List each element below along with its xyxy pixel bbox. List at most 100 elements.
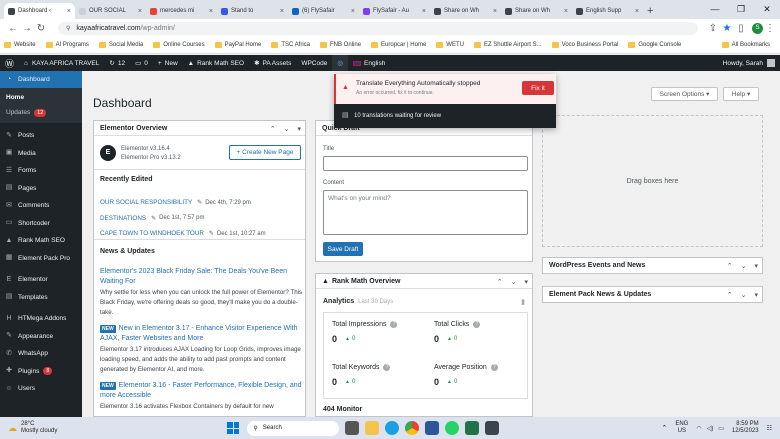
close-tab-icon[interactable]: × bbox=[209, 8, 213, 15]
bookmark-item[interactable]: EZ Shuttle Airport S... bbox=[473, 42, 542, 48]
recent-item-link[interactable]: CAPE TOWN TO WINDHOEK TOUR bbox=[100, 230, 204, 237]
excel-icon[interactable] bbox=[465, 421, 480, 435]
help-icon[interactable]: ? bbox=[383, 364, 391, 371]
notification-bell-icon[interactable]: ☷ bbox=[767, 425, 772, 432]
updates-link[interactable]: ↻ 12 bbox=[104, 55, 130, 71]
bookmark-item[interactable]: Website bbox=[4, 42, 36, 48]
toggle-icon[interactable]: ▾ bbox=[297, 125, 301, 133]
browser-tab[interactable]: OUR SOCIAL × bbox=[75, 3, 146, 19]
language-switcher[interactable]: English bbox=[348, 55, 390, 71]
close-tab-icon[interactable]: × bbox=[564, 8, 568, 15]
draft-title-input[interactable] bbox=[323, 156, 528, 171]
bookmark-item[interactable]: FNB Online bbox=[320, 42, 361, 48]
share-icon[interactable]: ⇪ bbox=[706, 23, 720, 34]
language-indicator[interactable]: ENG US bbox=[675, 421, 688, 435]
file-explorer-icon[interactable] bbox=[365, 421, 380, 435]
forward-icon[interactable]: → bbox=[20, 23, 34, 34]
drag-drop-zone[interactable]: Drag boxes here bbox=[542, 115, 763, 247]
toggle-icon[interactable]: ▾ bbox=[754, 262, 758, 270]
sidebar-item-media[interactable]: ▣ Media bbox=[0, 145, 82, 163]
rankmath-link[interactable]: ▲ Rank Math SEO bbox=[183, 55, 249, 71]
box-title[interactable]: Element Pack News & Updates bbox=[549, 291, 651, 298]
howdy-user-menu[interactable]: Howdy, Sarah bbox=[718, 55, 780, 71]
sidebar-item-dashboard[interactable]: ◔ Dashboard bbox=[0, 71, 82, 88]
site-name-link[interactable]: ⌂ KAYA AFRICA TRAVEL bbox=[19, 55, 104, 71]
box-title[interactable]: WordPress Events and News bbox=[549, 262, 645, 269]
wifi-icon[interactable]: ◠ bbox=[696, 425, 701, 432]
sidebar-item-element-pack-pro[interactable]: ▦ Element Pack Pro bbox=[0, 250, 82, 268]
url-input[interactable]: ⚲ kayaafricatravel.com/wp-admin/ bbox=[58, 21, 698, 35]
wpml-icon[interactable]: ◎ bbox=[332, 55, 349, 71]
bookmark-item[interactable]: Google Console bbox=[628, 42, 681, 48]
close-window-button[interactable]: ✕ bbox=[754, 0, 780, 19]
toggle-icon[interactable]: ▾ bbox=[754, 291, 758, 299]
reload-icon[interactable]: ↻ bbox=[34, 23, 48, 34]
battery-icon[interactable]: ▭ bbox=[718, 425, 724, 432]
edge-icon[interactable] bbox=[385, 421, 400, 435]
create-new-page-button[interactable]: + Create New Page bbox=[229, 145, 301, 160]
move-up-icon[interactable]: ⌃ bbox=[727, 291, 733, 299]
screen-options-button[interactable]: Screen Options ▾ bbox=[651, 87, 718, 101]
sidebar-item-templates[interactable]: ▤ Templates bbox=[0, 289, 82, 307]
sidebar-item-htmega-addons[interactable]: H HTMega Addons bbox=[0, 310, 82, 328]
close-tab-icon[interactable]: × bbox=[493, 8, 497, 15]
save-draft-button[interactable]: Save Draft bbox=[323, 242, 363, 256]
bookmark-item[interactable]: Online Courses bbox=[153, 42, 205, 48]
sidebar-item-forms[interactable]: ☰ Forms bbox=[0, 162, 82, 180]
back-icon[interactable]: ← bbox=[6, 23, 20, 34]
move-up-icon[interactable]: ⌃ bbox=[270, 125, 276, 133]
close-tab-icon[interactable]: × bbox=[422, 8, 426, 15]
help-icon[interactable]: ? bbox=[473, 321, 481, 328]
clock[interactable]: 8:59 PM 12/5/2023 bbox=[732, 421, 759, 435]
move-down-icon[interactable]: ⌄ bbox=[284, 125, 290, 133]
browser-tab[interactable]: FlySafair - Au × bbox=[359, 3, 430, 19]
browser-tab[interactable]: Share on Wh × bbox=[501, 3, 572, 19]
browser-tab[interactable]: Dashboard ‹ × bbox=[4, 3, 75, 19]
bookmark-item[interactable]: PayPal Home bbox=[214, 42, 261, 48]
move-down-icon[interactable]: ⌄ bbox=[741, 262, 747, 270]
sidebar-item-appearance[interactable]: ✎ Appearance bbox=[0, 328, 82, 346]
wp-logo-icon[interactable]: Ⓦ bbox=[0, 55, 19, 71]
bookmark-item[interactable]: AI Programs bbox=[45, 42, 89, 48]
sidebar-item-comments[interactable]: ✉ Comments bbox=[0, 197, 82, 215]
help-icon[interactable]: ? bbox=[390, 321, 398, 328]
waiting-review-link[interactable]: 10 translations waiting for review bbox=[354, 113, 441, 119]
submenu-updates[interactable]: Updates 12 bbox=[0, 105, 82, 120]
profile-avatar[interactable]: S bbox=[752, 22, 763, 34]
close-tab-icon[interactable]: × bbox=[351, 8, 355, 15]
bookmark-item[interactable]: WETU bbox=[436, 42, 464, 48]
wpcode-link[interactable]: WPCode bbox=[296, 55, 332, 71]
toggle-icon[interactable]: ▾ bbox=[524, 278, 528, 286]
sidebar-item-whatsapp[interactable]: ✆ WhatsApp bbox=[0, 345, 82, 363]
minimize-button[interactable]: — bbox=[702, 0, 728, 19]
sidebar-item-plugins[interactable]: ✚ Plugins 8 bbox=[0, 363, 82, 381]
help-button[interactable]: Help ▾ bbox=[723, 87, 759, 101]
news-link-3[interactable]: NEW Elementor 3.16 - Faster Performance, … bbox=[100, 381, 303, 401]
taskbar-search-box[interactable]: ⚲ Search bbox=[247, 420, 340, 436]
browser-tab[interactable]: mercedes mi × bbox=[146, 3, 217, 19]
bookmark-item[interactable]: Voco Business Portal bbox=[551, 42, 618, 48]
sidebar-item-elementor[interactable]: E Elementor bbox=[0, 271, 82, 289]
draft-content-textarea[interactable]: What's on your mind? bbox=[323, 190, 528, 235]
sidebar-item-users[interactable]: ☺ Users bbox=[0, 380, 82, 398]
sidebar-item-shortcoder[interactable]: ▭ Shortcoder bbox=[0, 215, 82, 233]
move-up-icon[interactable]: ⌃ bbox=[497, 278, 503, 286]
pa-assets-link[interactable]: ✱ PA Assets bbox=[249, 55, 296, 71]
fix-it-button[interactable]: Fix it bbox=[522, 81, 554, 95]
bookmark-item[interactable]: Europcar | Home bbox=[371, 42, 426, 48]
bookmark-star-icon[interactable]: ★ bbox=[720, 23, 734, 34]
submenu-home[interactable]: Home bbox=[0, 90, 82, 105]
app-icon[interactable] bbox=[485, 421, 500, 435]
help-icon[interactable]: ? bbox=[490, 364, 498, 371]
chrome-icon[interactable] bbox=[405, 421, 420, 435]
sidebar-item-posts[interactable]: ✎ Posts bbox=[0, 127, 82, 145]
browser-menu-icon[interactable]: ⋮ bbox=[763, 23, 777, 34]
bookmark-item[interactable]: Social Media bbox=[98, 42, 143, 48]
task-view-icon[interactable] bbox=[345, 421, 360, 435]
new-tab-button[interactable]: + bbox=[647, 5, 653, 17]
move-up-icon[interactable]: ⌃ bbox=[727, 262, 733, 270]
close-tab-icon[interactable]: × bbox=[635, 8, 639, 15]
side-panel-icon[interactable]: ▯ bbox=[734, 23, 748, 34]
move-down-icon[interactable]: ⌄ bbox=[511, 278, 517, 286]
weather-widget[interactable]: 28°C Mostly cloudy bbox=[21, 421, 57, 435]
